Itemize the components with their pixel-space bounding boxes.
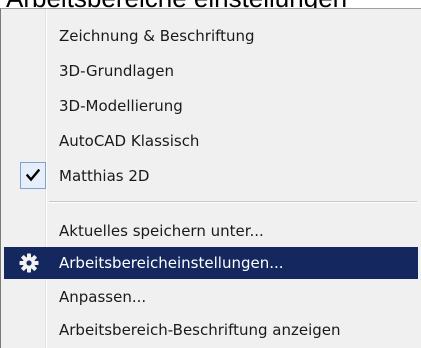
menu-item-label: Zeichnung & Beschriftung <box>59 27 255 45</box>
menu-item-arbeitsbereicheinstellungen[interactable]: Arbeitsbereicheinstellungen... <box>4 247 418 279</box>
menu-item-label: 3D-Grundlagen <box>59 62 174 80</box>
gear-icon <box>19 253 39 273</box>
menu-item-label: Arbeitsbereich-Beschriftung anzeigen <box>59 321 341 339</box>
menu-item-label: Matthias 2D <box>59 167 150 185</box>
menu-item-label: Anpassen... <box>59 288 147 306</box>
menu-item-anpassen[interactable]: Anpassen... <box>4 281 418 313</box>
menu-item-3d-grundlagen[interactable]: 3D-Grundlagen <box>4 55 418 87</box>
menu-item-label: Arbeitsbereicheinstellungen... <box>59 254 284 272</box>
menu-item-label: Aktuelles speichern unter... <box>59 222 264 240</box>
menu-item-label: AutoCAD Klassisch <box>59 132 200 150</box>
menu-separator <box>49 201 417 203</box>
menu-item-3d-modellierung[interactable]: 3D-Modellierung <box>4 90 418 122</box>
menu-item-label: 3D-Modellierung <box>59 97 183 115</box>
workspace-context-menu: Zeichnung & Beschriftung 3D-Grundlagen 3… <box>0 8 421 348</box>
menu-item-zeichnung-beschriftung[interactable]: Zeichnung & Beschriftung <box>4 20 418 52</box>
menu-item-autocad-klassisch[interactable]: AutoCAD Klassisch <box>4 125 418 157</box>
menu-item-aktuelles-speichern-unter[interactable]: Aktuelles speichern unter... <box>4 215 418 247</box>
checkmark-icon <box>20 162 46 189</box>
menu-item-matthias-2d[interactable]: Matthias 2D <box>4 160 418 192</box>
menu-item-arbeitsbereich-beschriftung-anzeigen[interactable]: Arbeitsbereich-Beschriftung anzeigen <box>4 314 418 346</box>
